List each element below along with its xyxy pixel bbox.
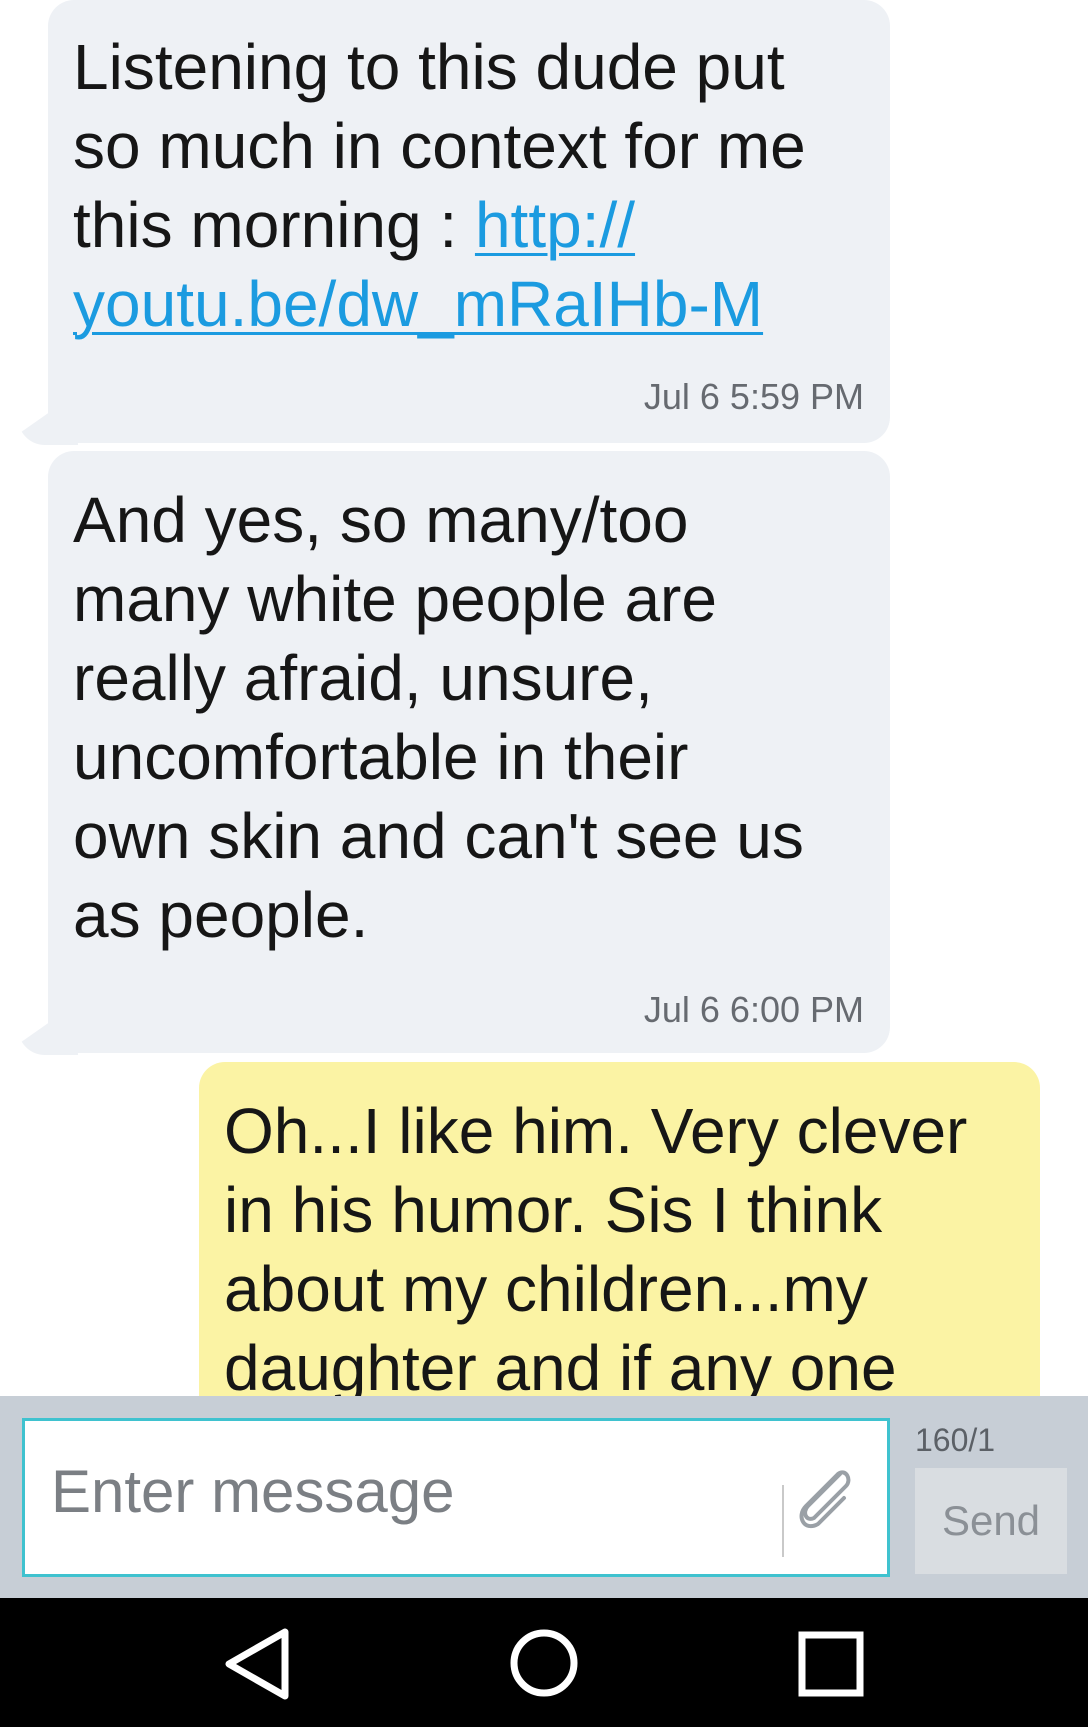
send-button[interactable]: Send: [915, 1468, 1067, 1574]
message-timestamp: Jul 6 5:59 PM: [643, 376, 864, 417]
message-text: And yes, so many/too many white people a…: [73, 484, 804, 951]
incoming-message-bubble[interactable]: And yes, so many/too many white people a…: [18, 451, 890, 1055]
message-text: Oh...I like him. Very clever in his humo…: [224, 1095, 968, 1396]
messaging-screen: Listening to this dude put so much in co…: [0, 0, 1088, 1727]
message-link-continued[interactable]: youtu.be/dw_mRaIHb-M: [73, 268, 763, 340]
character-counter: 160/1: [915, 1422, 996, 1458]
home-circle-icon[interactable]: [469, 1598, 619, 1727]
system-navigation-bar: [0, 1598, 1088, 1727]
message-input-placeholder: Enter message: [51, 1458, 455, 1525]
paperclip-icon[interactable]: [782, 1456, 862, 1536]
message-link[interactable]: http://: [475, 189, 635, 261]
incoming-message-bubble[interactable]: Listening to this dude put so much in co…: [18, 0, 890, 445]
message-body: Listening to this dude put so much in co…: [73, 31, 806, 261]
message-timestamp: Jul 6 6:00 PM: [643, 989, 864, 1030]
message-input[interactable]: Enter message: [22, 1418, 890, 1577]
bubble-tail: [18, 1019, 78, 1055]
message-text: Listening to this dude put so much in co…: [73, 28, 806, 344]
conversation-thread[interactable]: Listening to this dude put so much in co…: [0, 0, 1088, 1396]
bubble-tail: [18, 409, 78, 445]
outgoing-message-bubble[interactable]: Oh...I like him. Very clever in his humo…: [199, 1062, 1040, 1396]
recents-square-icon[interactable]: [756, 1598, 906, 1727]
compose-bar: Enter message 160/1 Send: [0, 1396, 1088, 1598]
back-triangle-icon[interactable]: [183, 1598, 333, 1727]
